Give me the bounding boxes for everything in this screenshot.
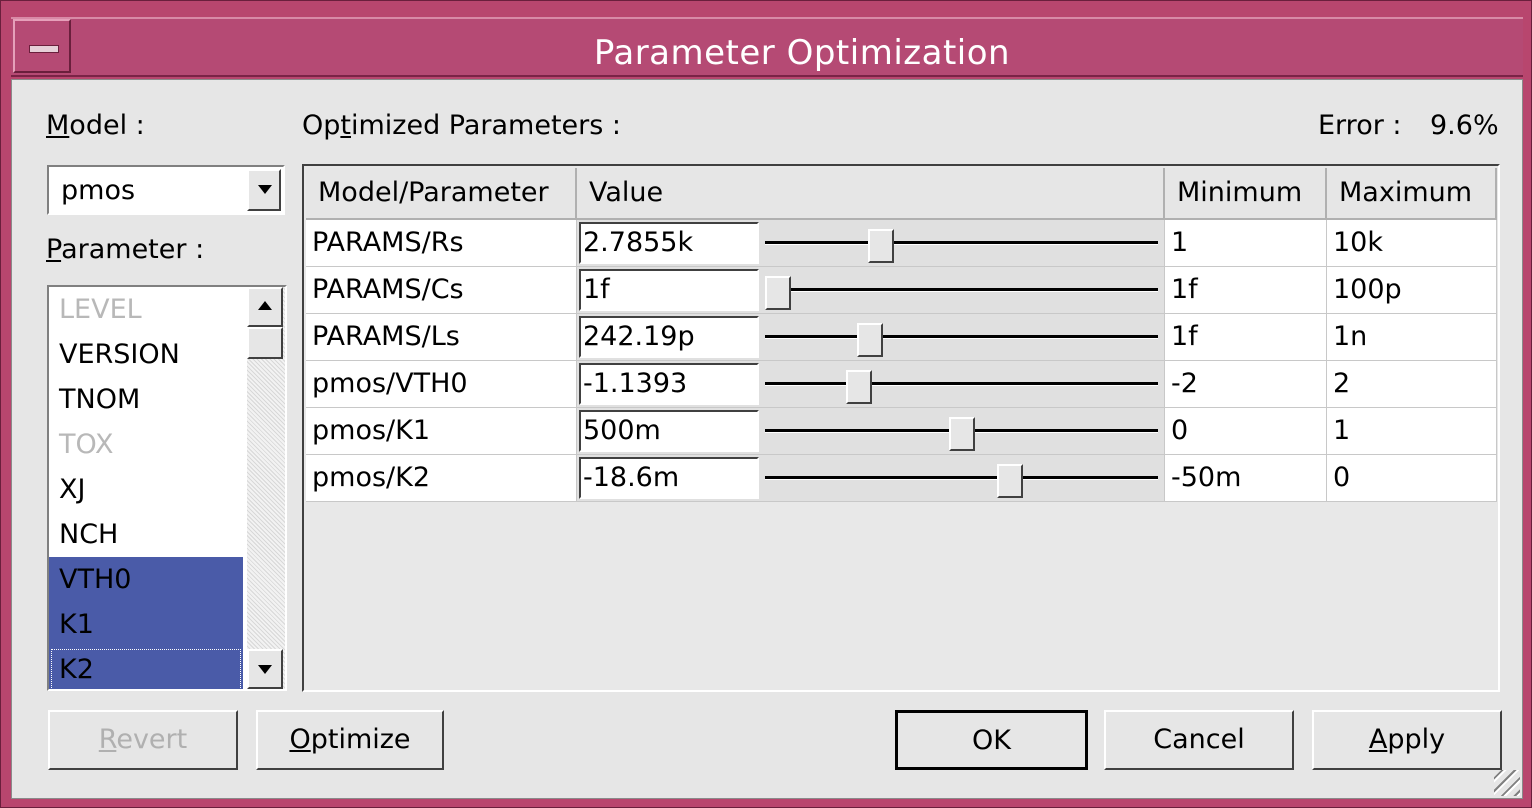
parameter-list-item[interactable]: K2 — [49, 647, 243, 689]
minimize-icon — [29, 45, 59, 53]
maximum-cell[interactable]: 100p — [1327, 267, 1497, 314]
value-cell: 2.7855k — [577, 220, 1165, 267]
maximum-cell[interactable]: 1 — [1327, 408, 1497, 455]
parameter-list-item[interactable]: K1 — [49, 602, 243, 647]
value-cell: 1f — [577, 267, 1165, 314]
minimum-cell[interactable]: -2 — [1165, 361, 1327, 408]
arrow-down-icon — [258, 665, 272, 674]
slider-thumb[interactable] — [765, 276, 791, 310]
slider-thumb[interactable] — [857, 323, 883, 357]
value-slider[interactable] — [577, 361, 1164, 407]
slider-track[interactable] — [765, 382, 1158, 386]
cancel-button[interactable]: Cancel — [1104, 710, 1294, 770]
revert-button[interactable]: Revert — [48, 710, 238, 770]
dialog-window: Parameter Optimization Model : pmos Para… — [0, 0, 1532, 808]
parameter-list-item[interactable]: LEVEL — [49, 287, 243, 332]
param-name-cell: PARAMS/Rs — [306, 220, 577, 267]
slider-track[interactable] — [765, 335, 1158, 339]
model-label: Model : — [46, 110, 145, 141]
param-name-cell: pmos/K2 — [306, 455, 577, 502]
parameter-list-item[interactable]: XJ — [49, 467, 243, 512]
param-name-cell: pmos/K1 — [306, 408, 577, 455]
value-cell: 242.19p — [577, 314, 1165, 361]
parameter-list-scrollbar[interactable] — [247, 287, 285, 689]
value-slider[interactable] — [577, 408, 1164, 454]
slider-track[interactable] — [765, 288, 1158, 292]
model-selected-value: pmos — [61, 175, 136, 206]
optimize-button[interactable]: Optimize — [256, 710, 444, 770]
resize-grip-icon[interactable] — [1494, 770, 1520, 796]
apply-button[interactable]: Apply — [1312, 710, 1502, 770]
parameter-list-item[interactable]: TOX — [49, 422, 243, 467]
parameter-label: Parameter : — [46, 234, 205, 265]
window-menu-button[interactable] — [13, 19, 71, 73]
value-cell: 500m — [577, 408, 1165, 455]
title-bar[interactable]: Parameter Optimization — [11, 17, 1523, 77]
minimum-cell[interactable]: 1f — [1165, 267, 1327, 314]
column-header-value[interactable]: Value — [577, 168, 1165, 220]
parameter-list-item[interactable]: NCH — [49, 512, 243, 557]
value-slider[interactable] — [577, 267, 1164, 313]
scroll-up-button[interactable] — [247, 287, 283, 327]
slider-thumb[interactable] — [949, 417, 975, 451]
parameter-list-item[interactable]: VTH0 — [49, 557, 243, 602]
value-cell: -1.1393 — [577, 361, 1165, 408]
column-header-minimum[interactable]: Minimum — [1165, 168, 1327, 220]
param-name-cell: pmos/VTH0 — [306, 361, 577, 408]
column-header-model-parameter[interactable]: Model/Parameter — [306, 168, 577, 220]
optimized-parameters-table[interactable]: Model/Parameter Value Minimum Maximum PA… — [302, 164, 1500, 692]
minimum-cell[interactable]: 1 — [1165, 220, 1327, 267]
slider-thumb[interactable] — [868, 229, 894, 263]
ok-button[interactable]: OK — [895, 710, 1088, 770]
parameter-list-item[interactable]: VERSION — [49, 332, 243, 377]
window-title: Parameter Optimization — [593, 33, 1011, 73]
value-slider[interactable] — [577, 314, 1164, 360]
parameter-list-item[interactable]: TNOM — [49, 377, 243, 422]
parameter-listbox[interactable]: LEVEL VERSION TNOM TOX XJ NCH VTH0 K1 K2 — [47, 285, 287, 691]
maximum-cell[interactable]: 2 — [1327, 361, 1497, 408]
column-header-maximum[interactable]: Maximum — [1327, 168, 1497, 220]
value-cell: -18.6m — [577, 455, 1165, 502]
error-value: 9.6% — [1430, 110, 1499, 141]
value-slider[interactable] — [577, 455, 1164, 501]
slider-thumb[interactable] — [846, 370, 872, 404]
optimized-parameters-label: Optimized Parameters : — [302, 110, 622, 141]
slider-track[interactable] — [765, 241, 1158, 245]
slider-thumb[interactable] — [997, 464, 1023, 498]
scroll-down-button[interactable] — [247, 649, 283, 689]
maximum-cell[interactable]: 10k — [1327, 220, 1497, 267]
value-slider[interactable] — [577, 220, 1164, 266]
chevron-down-icon — [258, 185, 272, 194]
param-name-cell: PARAMS/Cs — [306, 267, 577, 314]
arrow-up-icon — [258, 301, 272, 310]
slider-track[interactable] — [765, 476, 1158, 480]
param-name-cell: PARAMS/Ls — [306, 314, 577, 361]
model-combobox[interactable]: pmos — [47, 165, 285, 215]
scroll-thumb[interactable] — [247, 327, 283, 359]
model-dropdown-button[interactable] — [247, 169, 281, 211]
minimum-cell[interactable]: 1f — [1165, 314, 1327, 361]
maximum-cell[interactable]: 1n — [1327, 314, 1497, 361]
error-label: Error : — [1318, 110, 1402, 141]
dialog-body: Model : pmos Parameter : LEVEL VERSION TNO… — [11, 79, 1523, 799]
minimum-cell[interactable]: 0 — [1165, 408, 1327, 455]
maximum-cell[interactable]: 0 — [1327, 455, 1497, 502]
minimum-cell[interactable]: -50m — [1165, 455, 1327, 502]
